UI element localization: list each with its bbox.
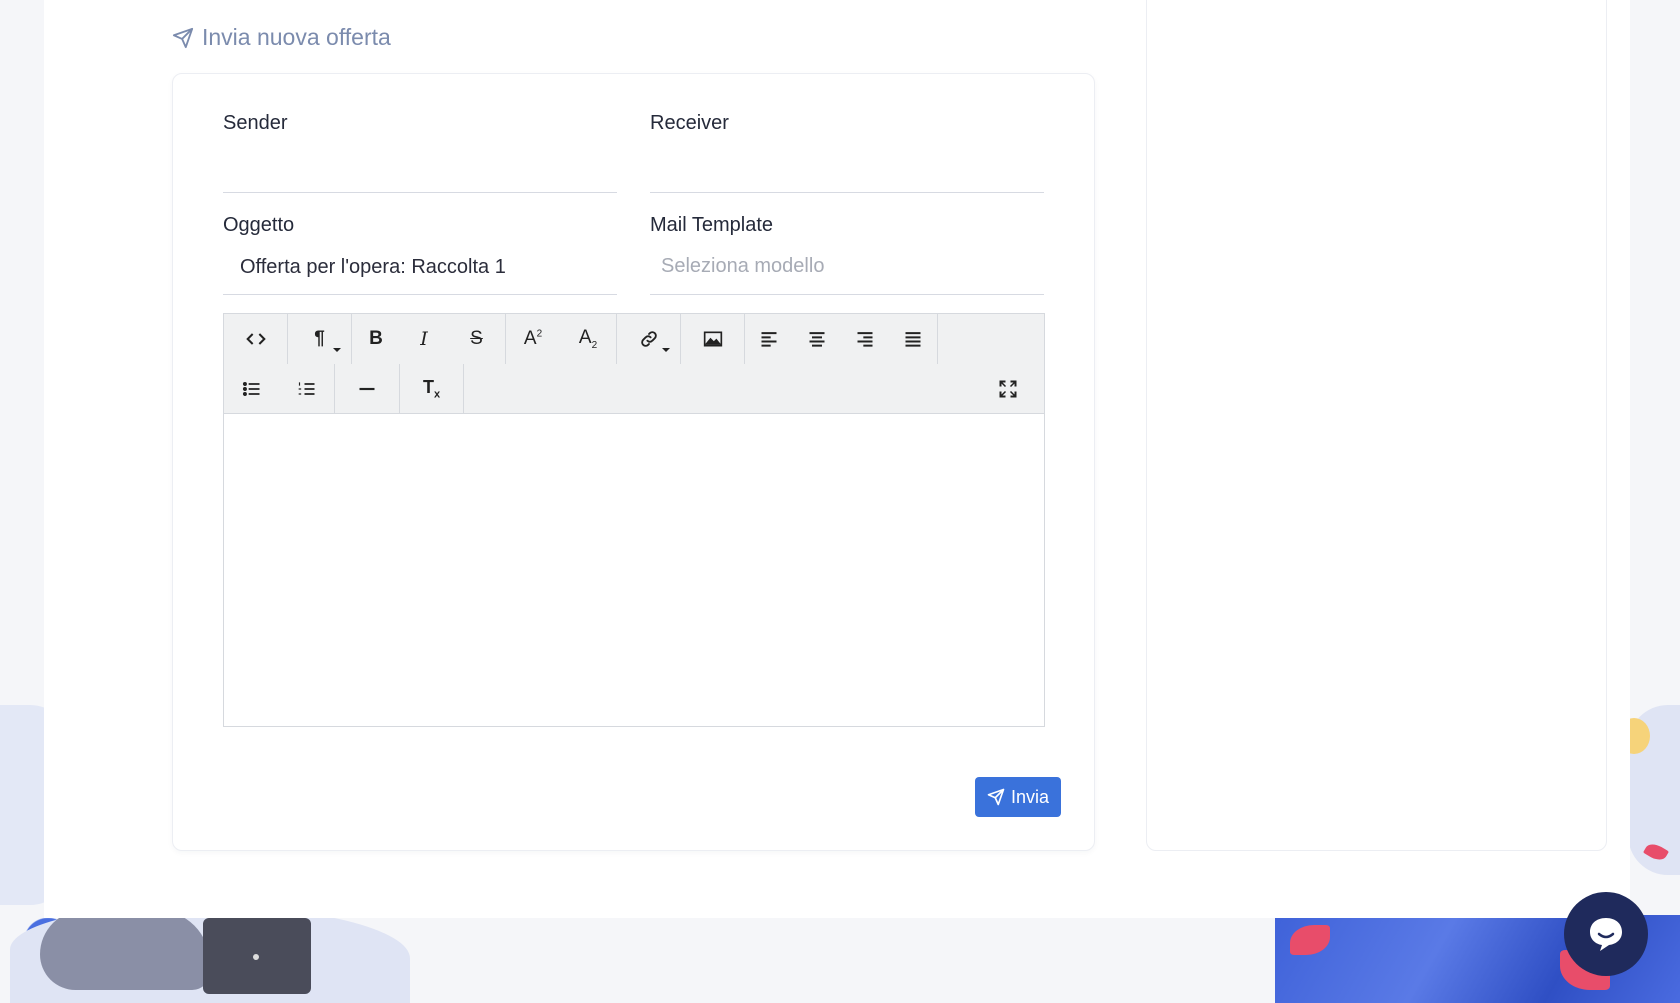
italic-button[interactable]: I [400,314,448,364]
align-center-button[interactable] [793,314,841,364]
editor-content-area[interactable] [224,415,1044,726]
receiver-label: Receiver [650,112,729,134]
mail-template-underline [650,294,1044,295]
align-justify-icon [905,332,921,347]
chevron-down-icon [662,348,670,352]
fullscreen-button[interactable] [984,364,1032,414]
align-right-button[interactable] [841,314,889,364]
section-title: Invia nuova offerta [172,24,391,51]
ordered-list-button[interactable] [279,364,334,414]
send-button[interactable]: Invia [975,777,1061,817]
code-view-button[interactable] [224,314,287,364]
mail-template-label: Mail Template [650,214,774,236]
strikethrough-icon: S [470,328,483,349]
section-title-text: Invia nuova offerta [202,24,391,50]
paragraph-style-button[interactable]: ¶ [288,314,351,364]
subject-underline [223,294,617,295]
side-card [1146,0,1607,851]
subject-label: Oggetto [223,214,295,236]
link-button[interactable] [617,314,680,364]
align-center-icon [809,332,825,347]
superscript-icon: A2 [523,328,543,349]
receiver-field[interactable] [650,192,1044,193]
align-left-icon [761,332,777,347]
person-illustration [40,910,210,990]
clear-format-icon: Tx [422,377,441,401]
mail-template-select[interactable]: Seleziona modello [661,255,824,278]
sender-label: Sender [223,112,288,134]
horizontal-rule-button[interactable] [335,364,399,414]
code-view-icon [245,333,266,345]
bold-button[interactable]: B [352,314,400,364]
subscript-icon: A2 [578,327,598,351]
send-icon [172,27,194,48]
image-button[interactable] [681,314,744,364]
chat-widget-button[interactable] [1564,892,1648,976]
main-panel: Invia nuova offerta Sender Receiver Ogge… [44,0,1630,918]
unordered-list-icon [242,381,259,397]
ordered-list-icon [298,382,314,395]
link-icon [640,331,657,347]
align-justify-button[interactable] [889,314,937,364]
rich-text-editor: ¶ B I S A2 A2 Tx [223,313,1045,727]
bold-icon: B [369,328,383,349]
align-left-button[interactable] [745,314,793,364]
fullscreen-icon [999,380,1017,398]
subject-input[interactable]: Offerta per l'opera: Raccolta 1 [240,256,506,279]
paragraph-style-icon: ¶ [314,328,325,349]
strikethrough-button[interactable]: S [448,314,505,364]
send-button-label: Invia [1010,786,1050,807]
chat-icon [1590,918,1622,951]
send-icon [987,788,1005,806]
sender-field[interactable] [223,192,617,193]
editor-toolbar: ¶ B I S A2 A2 Tx [224,314,1044,414]
align-right-icon [857,332,873,347]
superscript-button[interactable]: A2 [506,314,560,364]
italic-icon: I [420,328,428,350]
horizontal-rule-icon [359,387,375,391]
laptop-illustration [203,918,311,994]
image-icon [703,331,722,347]
clear-format-button[interactable]: Tx [400,364,463,414]
chevron-down-icon [333,348,341,352]
unordered-list-button[interactable] [224,364,279,414]
subscript-button[interactable]: A2 [560,314,616,364]
